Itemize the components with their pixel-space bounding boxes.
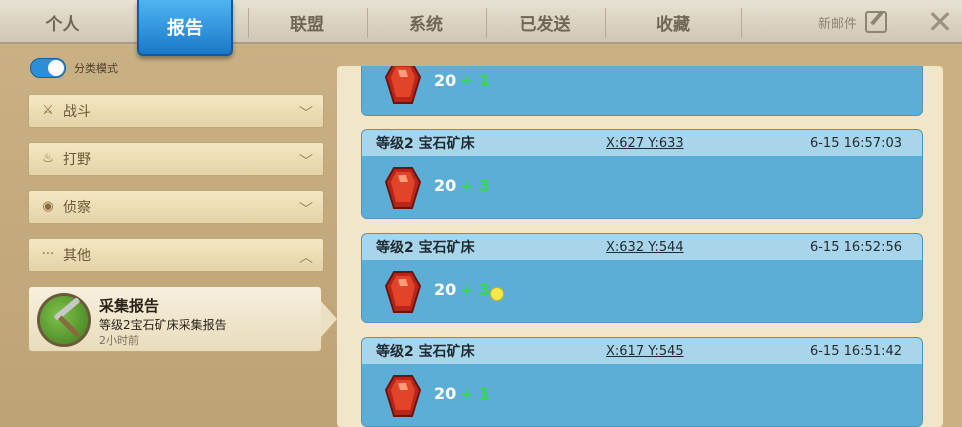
tab-sent[interactable]: 已发送 bbox=[486, 0, 604, 44]
hunt-icon: ♨ bbox=[42, 151, 54, 166]
report-entry-header: 等级2 宝石矿床 X:627 Y:633 6-15 16:57:03 bbox=[362, 130, 922, 156]
mine-name: 等级2 宝石矿床 bbox=[376, 344, 475, 360]
ruby-gem-icon bbox=[384, 66, 422, 104]
report-list[interactable]: 20 + 1 等级2 宝石矿床 X:627 Y:633 6-15 16:57:0… bbox=[337, 66, 943, 427]
category-mode-toggle[interactable] bbox=[30, 58, 66, 78]
resource-bonus: + 3 bbox=[460, 176, 491, 195]
resource-amount: 20 bbox=[434, 176, 457, 195]
category-scout[interactable]: ◉ 侦察 ﹀ bbox=[28, 190, 324, 224]
category-other[interactable]: ··· 其他 ︿ bbox=[28, 238, 324, 272]
mouse-cursor-icon bbox=[490, 287, 504, 301]
tab-reports[interactable]: 报告 bbox=[137, 0, 233, 56]
category-label: 战斗 bbox=[63, 104, 91, 120]
more-dots-icon: ··· bbox=[41, 247, 55, 262]
resource-bonus: + 1 bbox=[460, 71, 491, 90]
category-mode-label: 分类模式 bbox=[74, 62, 118, 75]
resource-amount: 20 bbox=[434, 71, 457, 90]
report-entry-header: 等级2 宝石矿床 X:632 Y:544 6-15 16:52:56 bbox=[362, 234, 922, 260]
scout-eye-icon: ◉ bbox=[42, 199, 54, 214]
report-entry[interactable]: 等级2 宝石矿床 X:617 Y:545 6-15 16:51:42 20 + … bbox=[361, 337, 923, 427]
tab-favorites[interactable]: 收藏 bbox=[605, 0, 741, 44]
ruby-gem-icon bbox=[384, 271, 422, 313]
category-label: 侦察 bbox=[63, 200, 91, 216]
new-mail-button[interactable]: 新邮件 bbox=[818, 10, 888, 34]
report-entry-body: 20 + 3 bbox=[362, 260, 922, 322]
report-entry-body: 20 + 1 bbox=[362, 364, 922, 426]
category-hunt[interactable]: ♨ 打野 ﹀ bbox=[28, 142, 324, 176]
report-entry[interactable]: 等级2 宝石矿床 X:632 Y:544 6-15 16:52:56 20 + … bbox=[361, 233, 923, 323]
chevron-down-icon: ﹀ bbox=[299, 202, 313, 218]
report-entry-header: 等级2 宝石矿床 X:617 Y:545 6-15 16:51:42 bbox=[362, 338, 922, 364]
report-timestamp: 6-15 16:52:56 bbox=[809, 239, 902, 255]
resource-amount: 20 bbox=[434, 384, 457, 403]
mine-coordinates-link[interactable]: X:617 Y:545 bbox=[606, 344, 684, 359]
chevron-down-icon: ﹀ bbox=[299, 154, 313, 170]
edit-icon bbox=[865, 11, 888, 33]
tab-personal[interactable]: 个人 bbox=[0, 0, 125, 44]
close-button[interactable]: ✕ bbox=[924, 6, 956, 38]
chevron-down-icon: ﹀ bbox=[299, 106, 313, 122]
report-entry-body: 20 + 3 bbox=[362, 156, 922, 218]
report-card-title: 采集报告 bbox=[99, 297, 160, 315]
category-battle[interactable]: ⚔ 战斗 ﹀ bbox=[28, 94, 324, 128]
resource-bonus: + 1 bbox=[460, 384, 491, 403]
gathering-report-card[interactable]: 采集报告 等级2宝石矿床采集报告 2小时前 bbox=[28, 286, 337, 352]
ruby-gem-icon bbox=[384, 375, 422, 417]
category-mode-toggle-row: 分类模式 bbox=[30, 58, 118, 78]
report-entry[interactable]: 等级2 宝石矿床 X:627 Y:633 6-15 16:57:03 20 + … bbox=[361, 129, 923, 219]
resource-amount: 20 bbox=[434, 280, 457, 299]
pickaxe-icon bbox=[37, 293, 91, 347]
battle-icon: ⚔ bbox=[42, 103, 54, 118]
mine-coordinates-link[interactable]: X:627 Y:633 bbox=[606, 136, 684, 151]
tab-alliance[interactable]: 联盟 bbox=[248, 0, 366, 44]
close-icon: ✕ bbox=[926, 3, 954, 41]
report-card-subtitle: 等级2宝石矿床采集报告 bbox=[99, 318, 227, 332]
tab-system[interactable]: 系统 bbox=[367, 0, 485, 44]
mine-coordinates-link[interactable]: X:632 Y:544 bbox=[606, 240, 684, 255]
report-card-time: 2小时前 bbox=[99, 334, 139, 347]
category-label: 其他 bbox=[63, 248, 91, 264]
resource-bonus: + 3 bbox=[460, 280, 491, 299]
category-label: 打野 bbox=[63, 152, 91, 168]
report-timestamp: 6-15 16:51:42 bbox=[809, 343, 902, 359]
chevron-up-icon: ︿ bbox=[299, 250, 313, 266]
report-timestamp: 6-15 16:57:03 bbox=[809, 135, 902, 151]
new-mail-label: 新邮件 bbox=[818, 16, 858, 32]
mine-name: 等级2 宝石矿床 bbox=[376, 136, 475, 152]
ruby-gem-icon bbox=[384, 167, 422, 209]
tab-divider bbox=[741, 8, 742, 38]
report-entry-body: 20 + 1 bbox=[362, 66, 922, 115]
report-entry[interactable]: 20 + 1 bbox=[361, 66, 923, 116]
mine-name: 等级2 宝石矿床 bbox=[376, 240, 475, 256]
